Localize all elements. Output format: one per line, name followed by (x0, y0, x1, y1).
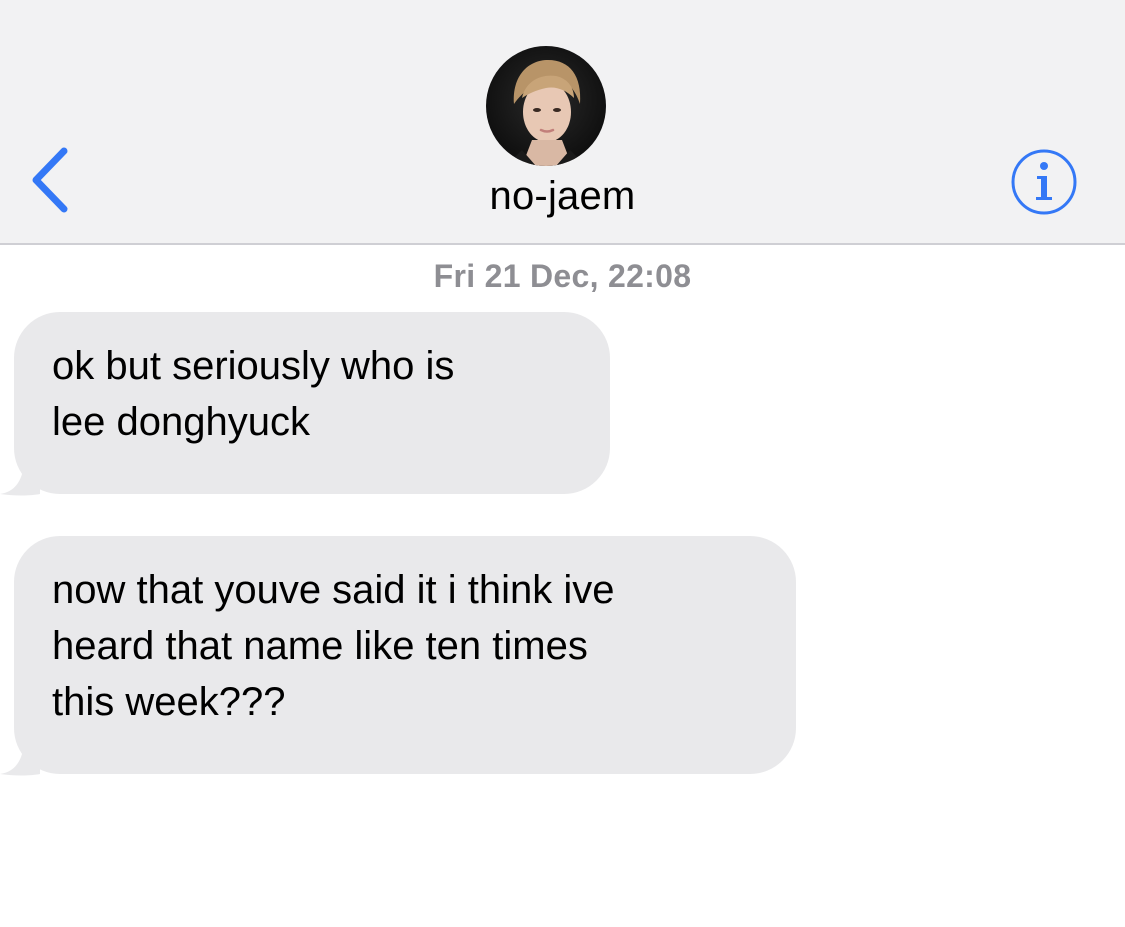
message-line: now that youve said it i think ive (52, 568, 615, 612)
message-line: heard that name like ten times (52, 624, 588, 668)
incoming-message-bubble[interactable]: now that youve said it i think ive heard… (14, 536, 796, 774)
contact-avatar[interactable] (486, 46, 606, 166)
avatar-photo (486, 46, 606, 166)
contact-name[interactable]: no-jaem (0, 174, 1125, 219)
info-circle-icon (1011, 149, 1077, 215)
message-line: lee donghyuck (52, 400, 310, 444)
conversation-header: no-jaem (0, 0, 1125, 245)
message-line: this week??? (52, 680, 286, 724)
info-button[interactable] (1006, 144, 1082, 220)
messages-screen: no-jaem Fri 21 Dec, 22:08 ok but serious… (0, 0, 1125, 927)
incoming-message-bubble[interactable]: ok but seriously who is lee donghyuck (14, 312, 610, 494)
message-line: ok but seriously who is (52, 344, 455, 388)
message-timestamp: Fri 21 Dec, 22:08 (433, 258, 692, 294)
